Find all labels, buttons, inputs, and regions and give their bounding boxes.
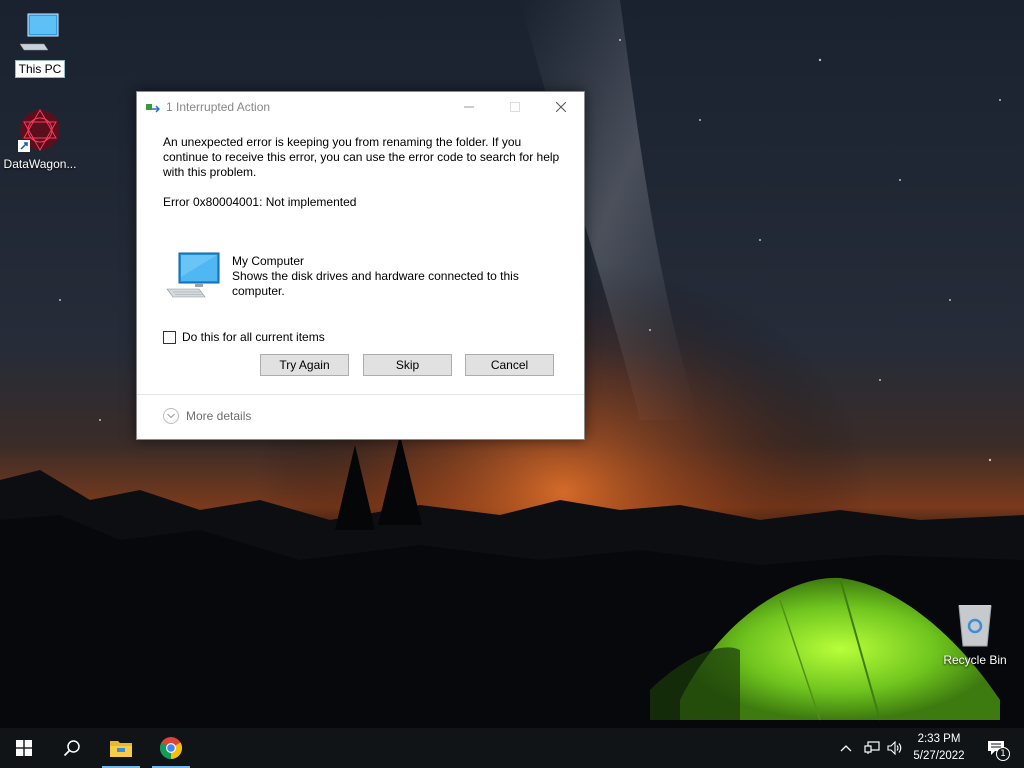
windows-logo-icon <box>16 740 32 756</box>
volume-button[interactable] <box>884 728 906 768</box>
notification-count-badge: 1 <box>996 747 1010 761</box>
try-again-button[interactable]: Try Again <box>260 354 349 376</box>
skip-button[interactable]: Skip <box>363 354 452 376</box>
desktop-icon-label: This PC <box>14 60 66 78</box>
copy-progress-icon <box>146 101 161 113</box>
taskbar-file-explorer[interactable] <box>98 728 144 768</box>
dialog-titlebar[interactable]: 1 Interrupted Action <box>137 92 584 122</box>
file-explorer-icon <box>110 741 132 757</box>
this-pc-icon <box>16 10 64 58</box>
datawagon-icon <box>16 106 64 154</box>
do-for-all-checkbox-row[interactable]: Do this for all current items <box>163 330 325 344</box>
error-message: An unexpected error is keeping you from … <box>163 135 560 179</box>
speaker-icon <box>887 741 902 755</box>
maximize-button <box>492 92 538 122</box>
search-icon <box>63 740 80 757</box>
do-for-all-checkbox[interactable] <box>163 330 176 344</box>
dialog-title: 1 Interrupted Action <box>166 100 271 114</box>
minimize-icon <box>464 106 474 108</box>
taskbar: 2:33 PM 5/27/2022 1 <box>0 728 1024 768</box>
interrupted-action-dialog: 1 Interrupted Action An unexpected error… <box>136 91 585 440</box>
error-code: Error 0x80004001: Not implemented <box>163 195 357 209</box>
chevron-up-icon <box>840 745 852 752</box>
chevron-down-icon <box>163 408 179 424</box>
taskbar-clock[interactable]: 2:33 PM 5/27/2022 <box>905 731 973 765</box>
desktop-icon-this-pc[interactable]: This PC <box>0 10 80 78</box>
desktop-icon-datawagon[interactable]: DataWagon... <box>0 106 80 172</box>
desktop-icon-label: Recycle Bin <box>943 653 1007 667</box>
more-details-toggle[interactable]: More details <box>163 408 251 424</box>
action-center-button[interactable]: 1 <box>976 728 1016 768</box>
more-details-label: More details <box>186 409 252 423</box>
desktop-icon-recycle-bin[interactable]: Recycle Bin <box>935 602 1015 668</box>
item-name: My Computer <box>232 254 305 268</box>
start-button[interactable] <box>0 728 48 768</box>
network-button[interactable] <box>861 728 883 768</box>
clock-time: 2:33 PM <box>917 733 961 745</box>
network-icon <box>864 741 880 754</box>
cancel-button[interactable]: Cancel <box>465 354 554 376</box>
item-description: Shows the disk drives and hardware conne… <box>232 269 519 298</box>
minimize-button[interactable] <box>446 92 492 122</box>
checkbox-label: Do this for all current items <box>182 330 325 344</box>
divider <box>137 394 584 395</box>
maximize-icon <box>510 102 520 112</box>
taskbar-chrome[interactable] <box>148 728 194 768</box>
recycle-bin-icon <box>951 602 999 650</box>
computer-icon <box>165 247 221 303</box>
show-hidden-icons-button[interactable] <box>836 728 856 768</box>
chrome-icon <box>160 737 182 759</box>
close-button[interactable] <box>538 92 584 122</box>
clock-date: 5/27/2022 <box>913 750 965 762</box>
close-icon <box>556 102 566 112</box>
desktop-icon-label: DataWagon... <box>3 157 77 171</box>
search-button[interactable] <box>48 728 96 768</box>
